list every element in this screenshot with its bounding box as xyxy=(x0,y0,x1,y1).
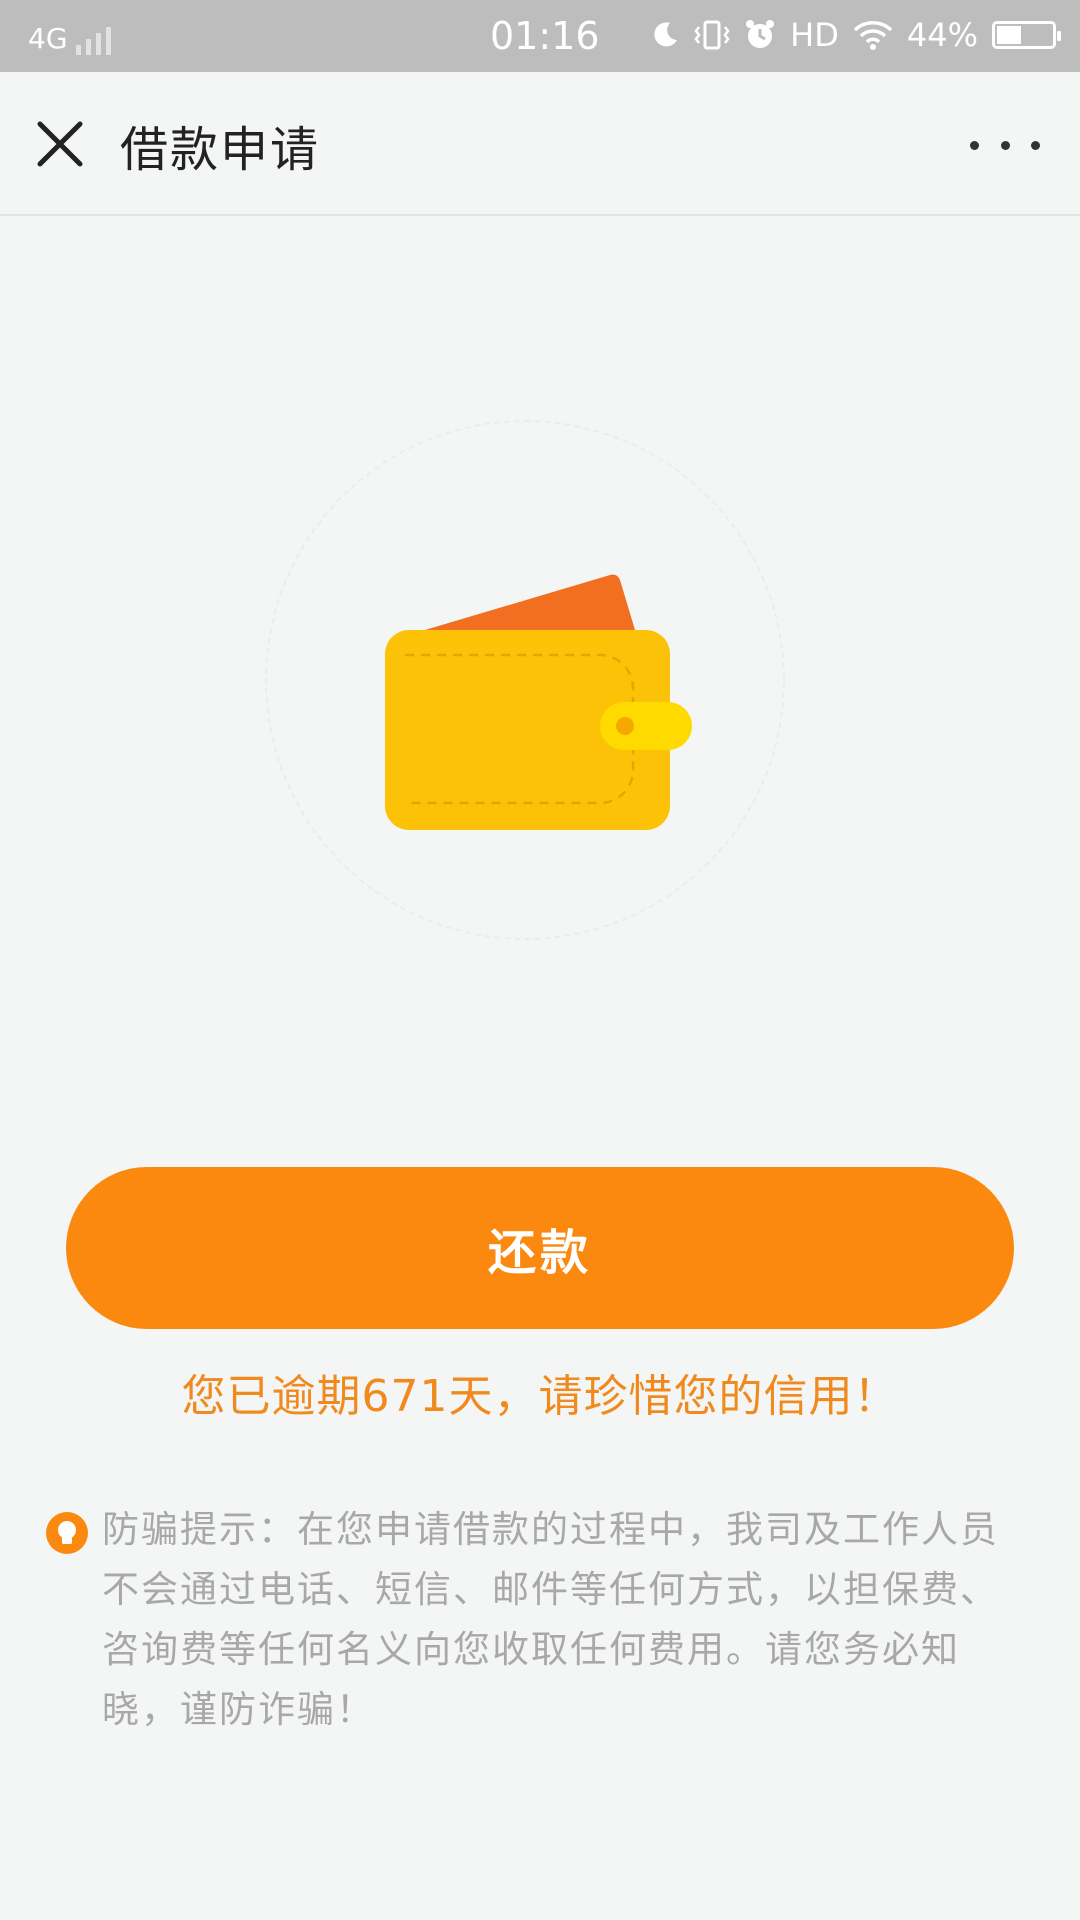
battery-fill xyxy=(997,26,1021,44)
close-icon[interactable] xyxy=(30,114,90,174)
status-bar: 4G 01:16 HD 44% xyxy=(0,0,1080,72)
hd-indicator: HD xyxy=(790,16,839,54)
wifi-icon xyxy=(853,21,893,50)
vibrate-icon xyxy=(694,20,730,50)
alarm-icon xyxy=(746,20,775,48)
status-time: 01:16 xyxy=(490,14,600,58)
more-dot xyxy=(1000,140,1010,150)
repay-button[interactable]: 还款 xyxy=(66,1167,1014,1329)
lightbulb-icon xyxy=(46,1512,88,1554)
wallet-icon xyxy=(385,574,692,830)
battery-icon xyxy=(992,21,1061,49)
more-dot xyxy=(970,140,979,150)
page-title: 借款申请 xyxy=(120,122,321,178)
network-type: 4G xyxy=(28,22,68,55)
status-right-group: HD 44% xyxy=(636,16,1061,54)
signal-bars-icon xyxy=(75,25,116,55)
tip-text: 防骗提示：在您申请借款的过程中，我司及工作人员不会通过电话、短信、邮件等任何方式… xyxy=(102,1508,999,1731)
more-icon[interactable] xyxy=(970,120,1040,170)
battery-percent: 44% xyxy=(906,16,978,54)
moon-icon xyxy=(654,22,678,47)
more-dot xyxy=(1031,140,1040,150)
signal-indicator: 4G xyxy=(28,22,116,55)
nav-bar: 借款申请 xyxy=(0,72,1080,216)
overdue-message: 您已逾期671天，请珍惜您的信用！ xyxy=(181,1371,899,1422)
